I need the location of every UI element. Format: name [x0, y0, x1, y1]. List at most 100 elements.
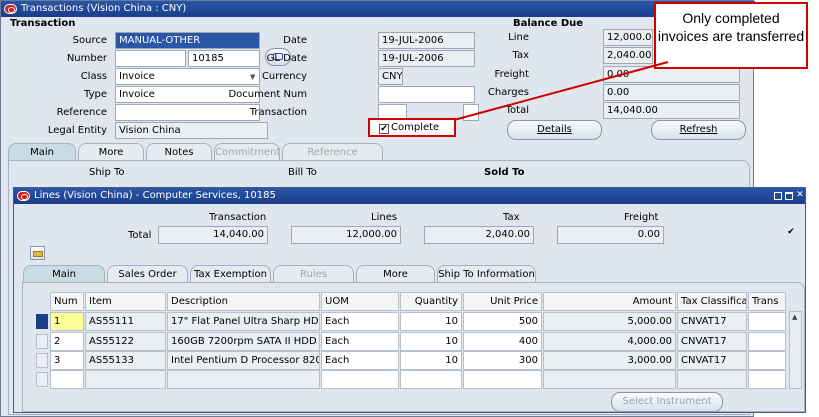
cell-uom[interactable] — [321, 370, 399, 389]
window-title: Transactions (Vision China : CNY) — [21, 3, 187, 14]
number-prefix-field[interactable] — [115, 50, 186, 67]
cell-num[interactable] — [50, 370, 84, 389]
lines-tab-sales-order[interactable]: Sales Order — [107, 265, 188, 283]
cell-trans[interactable] — [748, 312, 786, 331]
lines-tab-rules[interactable]: Rules — [273, 265, 354, 283]
cell-amount[interactable]: 5,000.00 — [543, 312, 676, 331]
tab-main[interactable]: Main — [8, 143, 76, 161]
reference-label: Reference — [56, 107, 107, 118]
class-field[interactable]: Invoice — [115, 68, 260, 85]
cell-num[interactable]: 3 — [50, 351, 84, 370]
lines-tab-tax-exemption[interactable]: Tax Exemption — [190, 265, 271, 283]
totals-lines-header: Lines — [371, 212, 398, 223]
cell-unit-price[interactable]: 300 — [463, 351, 542, 370]
col-uom[interactable]: UOM — [321, 292, 399, 311]
source-field[interactable]: MANUAL-OTHER — [115, 32, 260, 49]
gl-date-label: GL Date — [266, 53, 307, 64]
cell-unit-price[interactable]: 400 — [463, 332, 542, 351]
col-num[interactable]: Num — [50, 292, 84, 311]
vertical-scrollbar[interactable]: ▲ — [789, 311, 802, 389]
col-item[interactable]: Item — [85, 292, 166, 311]
legal-entity-label: Legal Entity — [47, 125, 107, 136]
cell-unit-price[interactable]: 500 — [463, 312, 542, 331]
cell-item[interactable]: AS55111 — [85, 312, 166, 331]
select-instrument-button[interactable]: Select Instrument — [611, 392, 723, 412]
row-selector[interactable] — [36, 372, 48, 387]
line-label: Line — [508, 32, 529, 43]
class-dropdown-icon[interactable]: ▼ — [250, 73, 255, 81]
col-trans[interactable]: Trans — [748, 292, 786, 311]
totals-freight-value: 0.00 — [557, 226, 664, 244]
cell-amount[interactable]: 4,000.00 — [543, 332, 676, 351]
cell-quantity[interactable]: 10 — [400, 332, 462, 351]
tab-reference-information[interactable]: Reference Information — [282, 143, 383, 175]
col-unit-price[interactable]: Unit Price — [463, 292, 542, 311]
row-selector[interactable] — [36, 353, 48, 368]
cell-description[interactable]: 160GB 7200rpm SATA II HDD — [167, 332, 320, 351]
cell-quantity[interactable]: 10 — [400, 351, 462, 370]
cell-amount[interactable]: 3,000.00 — [543, 351, 676, 370]
cell-tax-classification[interactable]: CNVAT17 — [677, 332, 747, 351]
line-value: 12,000.00 — [603, 29, 653, 46]
lines-tab-more[interactable]: More — [356, 265, 435, 283]
cell-tax-classification[interactable]: CNVAT17 — [677, 312, 747, 331]
scroll-up-icon[interactable]: ▲ — [792, 313, 797, 321]
minimize-icon[interactable] — [774, 192, 782, 200]
cell-amount[interactable] — [543, 370, 676, 389]
lines-tab-ship-to-information[interactable]: Ship To Information — [437, 265, 536, 283]
cell-tax-classification[interactable]: CNVAT17 — [677, 351, 747, 370]
oracle-icon — [4, 4, 17, 14]
cell-trans[interactable] — [748, 351, 786, 370]
cell-quantity[interactable] — [400, 370, 462, 389]
currency-label: Currency — [261, 71, 307, 82]
cell-description[interactable] — [167, 370, 320, 389]
totals-tax-value: 2,040.00 — [424, 226, 534, 244]
maximize-icon[interactable] — [785, 192, 793, 200]
balance-due-header: Balance Due — [513, 18, 584, 29]
folder-icon[interactable] — [30, 246, 45, 260]
class-label: Class — [80, 71, 107, 82]
transactions-titlebar[interactable]: Transactions (Vision China : CNY) — [1, 1, 755, 17]
cell-item[interactable]: AS55122 — [85, 332, 166, 351]
tab-commitment[interactable]: Commitment — [214, 143, 280, 161]
col-quantity[interactable]: Quantity — [400, 292, 462, 311]
totals-transaction-header: Transaction — [209, 212, 267, 223]
reference-field[interactable] — [115, 104, 260, 121]
cell-trans[interactable] — [748, 332, 786, 351]
lines-window-checkbox[interactable]: ✔ — [786, 228, 796, 238]
currency-field[interactable]: CNY — [378, 68, 403, 85]
cell-description[interactable]: 17" Flat Panel Ultra Sharp HD L — [167, 312, 320, 331]
document-num-label: Document Num — [228, 89, 307, 100]
cell-item[interactable]: AS55133 — [85, 351, 166, 370]
date-field[interactable]: 19-JUL-2006 — [378, 32, 475, 49]
lines-titlebar[interactable]: Lines (Vision China) - Computer Services… — [14, 188, 805, 204]
lines-window-title: Lines (Vision China) - Computer Services… — [34, 190, 276, 201]
cell-uom[interactable]: Each — [321, 332, 399, 351]
cell-num[interactable]: 2 — [50, 332, 84, 351]
bill-to-label: Bill To — [288, 167, 317, 178]
tab-more[interactable]: More — [78, 143, 144, 161]
cell-description[interactable]: Intel Pentium D Processor 820 — [167, 351, 320, 370]
cell-num[interactable]: 1 — [50, 312, 84, 331]
cell-unit-price[interactable] — [463, 370, 542, 389]
lines-tab-main[interactable]: Main — [23, 265, 105, 283]
row-selector[interactable] — [36, 334, 48, 349]
cell-tax-classification[interactable] — [677, 370, 747, 389]
col-tax-classification[interactable]: Tax Classifica — [677, 292, 747, 311]
col-description[interactable]: Description — [167, 292, 320, 311]
number-field[interactable]: 10185 — [188, 50, 260, 67]
cell-uom[interactable]: Each — [321, 312, 399, 331]
legal-entity-field[interactable]: Vision China — [115, 122, 268, 139]
cell-item[interactable] — [85, 370, 166, 389]
source-label: Source — [72, 35, 107, 46]
row-selector-current[interactable] — [36, 314, 48, 329]
complete-checkbox[interactable]: ✔ — [379, 124, 389, 134]
col-amount[interactable]: Amount — [543, 292, 676, 311]
callout-box: Only completed invoices are transferred — [654, 2, 808, 69]
date-label: Date — [283, 35, 307, 46]
cell-quantity[interactable]: 10 — [400, 312, 462, 331]
cell-trans[interactable] — [748, 370, 786, 389]
tab-notes[interactable]: Notes — [146, 143, 212, 161]
close-icon[interactable]: ✕ — [795, 189, 805, 201]
cell-uom[interactable]: Each — [321, 351, 399, 370]
